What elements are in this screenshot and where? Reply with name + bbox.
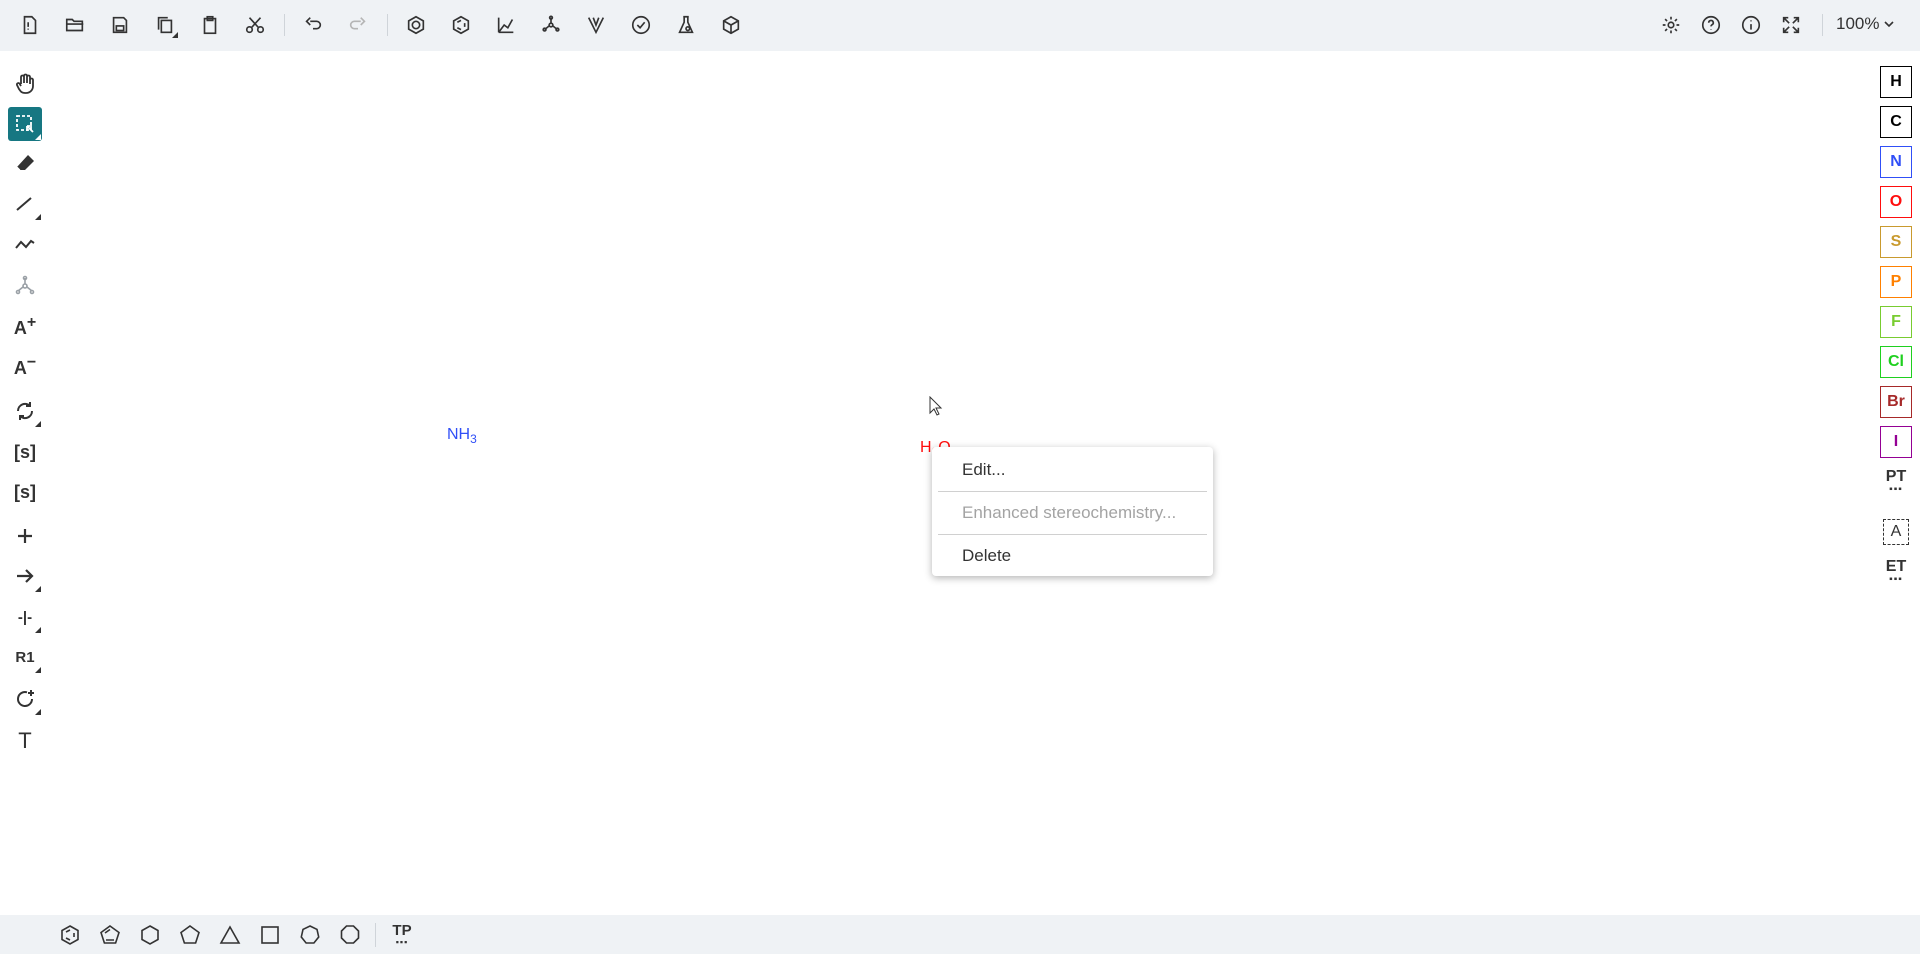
cyclopentadiene-template-icon[interactable] [95, 920, 125, 950]
open-file-icon[interactable] [61, 11, 89, 39]
atom-n-button[interactable]: N [1880, 146, 1912, 178]
help-icon[interactable] [1697, 11, 1725, 39]
shape-icon[interactable] [8, 682, 42, 716]
menu-item-delete[interactable]: Delete [932, 537, 1213, 575]
chain-icon[interactable] [8, 227, 42, 261]
cyclopentane-template-icon[interactable] [175, 920, 205, 950]
top-toolbar: 100% [0, 0, 1920, 51]
text-tool-icon[interactable]: T [8, 724, 42, 758]
info-icon[interactable] [1737, 11, 1765, 39]
atom-h-button[interactable]: H [1880, 66, 1912, 98]
atom-s-button[interactable]: S [1880, 226, 1912, 258]
arrow-reaction-icon[interactable] [8, 559, 42, 593]
calculate-cip-icon[interactable] [582, 11, 610, 39]
left-toolbar: A + A − [s] [s] -|- R1 T [0, 51, 50, 915]
benzene-template-icon[interactable] [55, 920, 85, 950]
eraser-icon[interactable] [8, 147, 42, 181]
charge-minus-icon[interactable]: A − [8, 351, 42, 385]
nh3-subscript: 3 [470, 432, 477, 447]
calculated-values-icon[interactable] [672, 11, 700, 39]
dearomatize-icon[interactable] [447, 11, 475, 39]
right-toolbar: H C N O S P F Cl Br I PT ▪▪▪ A ET ▪▪▪ [1870, 51, 1920, 915]
plus-reaction-icon[interactable] [8, 519, 42, 553]
cyclobutane-template-icon[interactable] [255, 920, 285, 950]
undo-icon[interactable] [299, 11, 327, 39]
context-menu: Edit... Enhanced stereochemistry... Dele… [932, 447, 1213, 576]
menu-item-edit[interactable]: Edit... [932, 451, 1213, 489]
atom-o-button[interactable]: O [1880, 186, 1912, 218]
clean-icon[interactable] [537, 11, 565, 39]
cyclopropane-template-icon[interactable] [215, 920, 245, 950]
bottom-toolbar: TP ▪▪▪ [0, 915, 1920, 954]
mouse-cursor-icon [929, 396, 943, 416]
paste-icon[interactable] [196, 11, 224, 39]
atom-c-button[interactable]: C [1880, 106, 1912, 138]
fullscreen-icon[interactable] [1777, 11, 1805, 39]
cyclooctane-template-icon[interactable] [335, 920, 365, 950]
nh3-text: NH [447, 426, 471, 443]
charge-plus-icon[interactable]: A + [8, 311, 42, 345]
atom-f-button[interactable]: F [1880, 306, 1912, 338]
sgroup-icon[interactable]: [s] [8, 435, 42, 469]
zoom-dropdown[interactable]: 100% [1836, 14, 1895, 34]
save-icon[interactable] [106, 11, 134, 39]
aromatize-icon[interactable] [402, 11, 430, 39]
cyclohexane-template-icon[interactable] [135, 920, 165, 950]
hand-tool-icon[interactable] [8, 67, 42, 101]
atom-cl-button[interactable]: Cl [1880, 346, 1912, 378]
atom-i-button[interactable]: I [1880, 426, 1912, 458]
redo-icon[interactable] [344, 11, 372, 39]
any-atom-button[interactable]: A [1880, 516, 1912, 548]
single-bond-icon[interactable] [8, 187, 42, 221]
sgroup-data-icon[interactable]: [s] [8, 475, 42, 509]
template-library-button[interactable]: TP ▪▪▪ [387, 920, 417, 950]
check-structure-icon[interactable] [627, 11, 655, 39]
rotate-icon[interactable] [8, 394, 42, 428]
atom-br-button[interactable]: Br [1880, 386, 1912, 418]
cut-icon[interactable] [241, 11, 269, 39]
menu-item-enhanced-stereochemistry: Enhanced stereochemistry... [962, 503, 1177, 522]
new-file-icon[interactable] [16, 11, 44, 39]
h2o-text: H [920, 439, 932, 456]
copy-icon[interactable] [151, 11, 179, 39]
rgroup-icon[interactable]: R1 [8, 640, 42, 674]
attachment-point-icon[interactable]: -|- [8, 600, 42, 634]
chevron-down-icon [1884, 21, 1895, 28]
3d-viewer-icon[interactable] [717, 11, 745, 39]
ketcher-app: 100% A + A − [s] [s] -|- R1 T NH3 H Edit… [0, 0, 1920, 954]
extended-table-button[interactable]: ET ▪▪▪ [1880, 556, 1912, 588]
stereo-icon[interactable] [8, 269, 42, 303]
molecule-nh3[interactable]: NH3 [447, 426, 477, 446]
layout-icon[interactable] [492, 11, 520, 39]
atom-p-button[interactable]: P [1880, 266, 1912, 298]
zoom-level: 100% [1836, 14, 1880, 33]
periodic-table-button[interactable]: PT ▪▪▪ [1880, 466, 1912, 498]
cycloheptane-template-icon[interactable] [295, 920, 325, 950]
settings-gear-icon[interactable] [1657, 11, 1685, 39]
select-rectangle-icon[interactable] [8, 107, 42, 141]
